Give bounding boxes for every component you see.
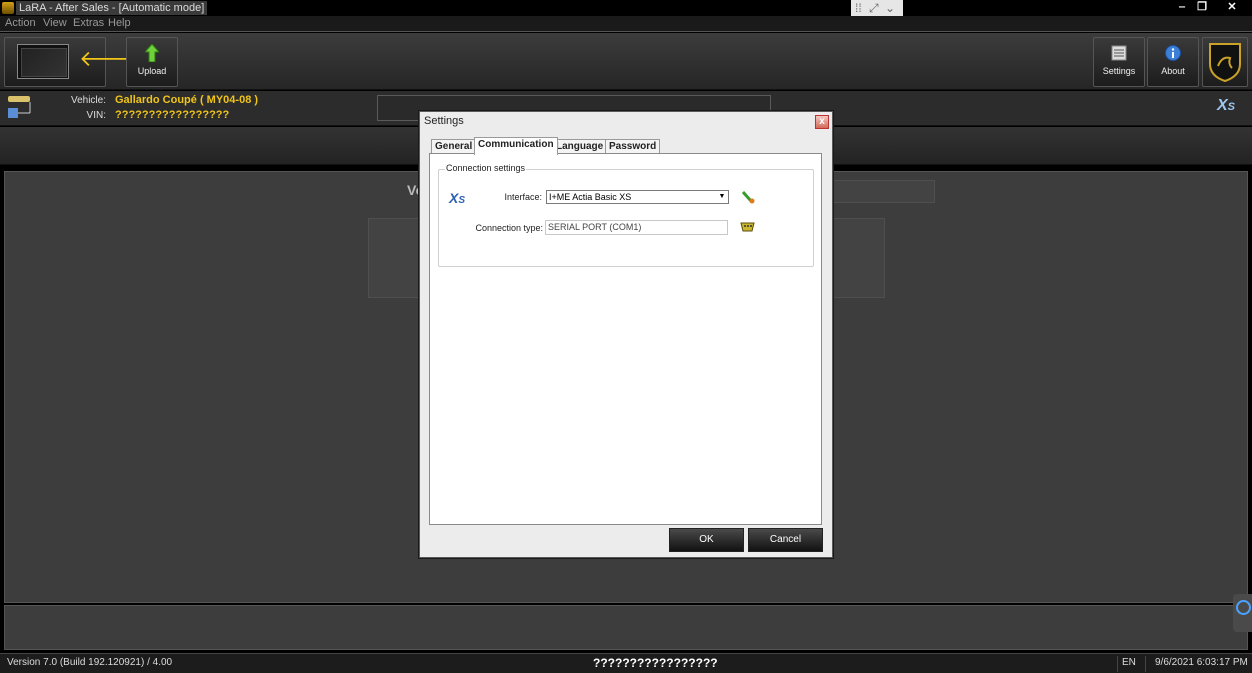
dialog-close-button[interactable]: x <box>815 115 829 129</box>
upload-button[interactable]: Upload <box>126 37 178 87</box>
xs-device-icon: XS <box>449 190 466 206</box>
maximize-button[interactable]: ❐ <box>1192 0 1212 14</box>
grip-icon: ⁞⁞ <box>855 1 862 15</box>
close-button[interactable]: ✕ <box>1222 0 1242 14</box>
dialog-title: Settings <box>424 115 464 127</box>
menu-extras[interactable]: Extras <box>73 17 104 29</box>
datetime-text: 9/6/2021 6:03:17 PM <box>1155 657 1248 668</box>
language-indicator: EN <box>1122 657 1136 668</box>
home-thumbnail[interactable] <box>17 44 69 79</box>
xs-interface-icon: XS <box>1217 97 1236 114</box>
status-separator <box>1117 656 1118 672</box>
bottom-panel <box>4 605 1248 650</box>
cancel-button[interactable]: Cancel <box>748 528 823 552</box>
about-button[interactable]: About <box>1147 37 1199 87</box>
app-icon <box>2 2 14 14</box>
upload-label: Upload <box>137 66 167 76</box>
tab-language[interactable]: Language <box>552 139 608 154</box>
status-center-text: ????????????????? <box>593 656 718 670</box>
menu-help[interactable]: Help <box>108 17 131 29</box>
serial-port-icon[interactable] <box>740 221 755 233</box>
connection-type-label: Connection type: <box>475 223 543 233</box>
background-field <box>831 180 935 203</box>
vehicle-label: Vehicle: <box>70 95 106 106</box>
vehicle-connection-icon <box>8 96 31 118</box>
menu-action[interactable]: Action <box>5 17 36 29</box>
info-icon <box>1165 45 1181 61</box>
brand-logo <box>1202 37 1248 87</box>
remote-control-tab[interactable] <box>1233 594 1252 632</box>
connection-type-field: SERIAL PORT (COM1) <box>545 220 728 235</box>
connection-settings-group: Connection settings XS Interface: I+ME A… <box>438 163 814 267</box>
menu-view[interactable]: View <box>43 17 67 29</box>
version-text: Version 7.0 (Build 192.120921) / 4.00 <box>7 657 173 668</box>
upload-arrow-icon <box>145 44 159 62</box>
vin-label: VIN: <box>86 110 106 121</box>
remote-session-bar[interactable]: ⁞⁞ ⤢ ⌄ <box>851 0 903 16</box>
communication-panel: Connection settings XS Interface: I+ME A… <box>429 153 822 525</box>
plug-icon[interactable] <box>741 190 755 204</box>
dropdown-arrow-icon[interactable]: ▼ <box>717 192 727 202</box>
settings-dialog: Settings x General Communication Languag… <box>419 111 833 558</box>
connection-settings-legend: Connection settings <box>445 163 527 173</box>
interface-value: I+ME Actia Basic XS <box>549 192 632 202</box>
window-title: LaRA - After Sales - [Automatic mode] <box>16 1 208 15</box>
vehicle-value: Gallardo Coupé ( MY04-08 ) <box>115 94 259 106</box>
status-bar: Version 7.0 (Build 192.120921) / 4.00 ??… <box>0 653 1252 673</box>
ok-button[interactable]: OK <box>669 528 744 552</box>
interface-label: Interface: <box>504 192 542 202</box>
tab-general[interactable]: General <box>431 139 477 154</box>
expand-icon[interactable]: ⤢ <box>869 0 879 16</box>
about-label: About <box>1161 66 1185 76</box>
title-bar: LaRA - After Sales - [Automatic mode] ⁞⁞… <box>0 0 1252 16</box>
interface-select[interactable]: I+ME Actia Basic XS ▼ <box>546 190 729 204</box>
minimize-button[interactable]: ‒ <box>1172 0 1192 14</box>
vin-value: ????????????????? <box>115 109 230 121</box>
shield-logo-icon <box>1209 43 1241 82</box>
toolbar: 🡐 Upload Settings About <box>0 33 1252 90</box>
tab-communication[interactable]: Communication <box>474 137 558 155</box>
home-group: 🡐 <box>4 37 138 87</box>
menu-bar: Action View Extras Help <box>0 16 1252 32</box>
settings-label: Settings <box>1102 66 1136 76</box>
status-separator <box>1145 656 1146 672</box>
settings-icon <box>1111 45 1127 61</box>
settings-button[interactable]: Settings <box>1093 37 1145 87</box>
tab-password[interactable]: Password <box>605 139 661 154</box>
collapse-icon[interactable]: ⌄ <box>885 0 895 16</box>
